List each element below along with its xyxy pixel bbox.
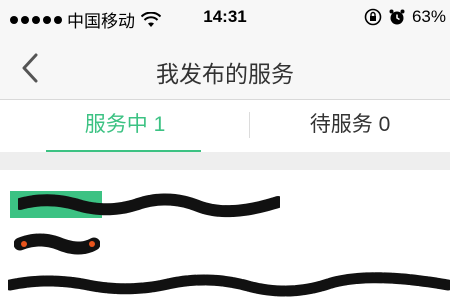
tab-in-service[interactable]: 服务中 1 <box>0 100 250 152</box>
service-price-redacted <box>14 233 100 255</box>
battery-percent: 63% <box>411 7 446 26</box>
tab-pending-service[interactable]: 待服务 0 <box>250 100 450 152</box>
section-separator <box>0 152 450 170</box>
service-title-redacted <box>18 193 280 218</box>
status-bar: 中国移动 14:31 63% <box>0 0 450 36</box>
orientation-lock-icon <box>364 8 382 26</box>
service-description-redacted <box>8 272 450 297</box>
tab-bar: 服务中 1 待服务 0 <box>0 100 450 152</box>
tab-divider <box>249 112 250 138</box>
page-title: 我发布的服务 <box>156 61 294 87</box>
status-right: 63% <box>364 7 446 27</box>
alarm-icon <box>389 9 405 25</box>
service-list <box>0 170 450 300</box>
navigation-bar: 我发布的服务 <box>0 36 450 100</box>
